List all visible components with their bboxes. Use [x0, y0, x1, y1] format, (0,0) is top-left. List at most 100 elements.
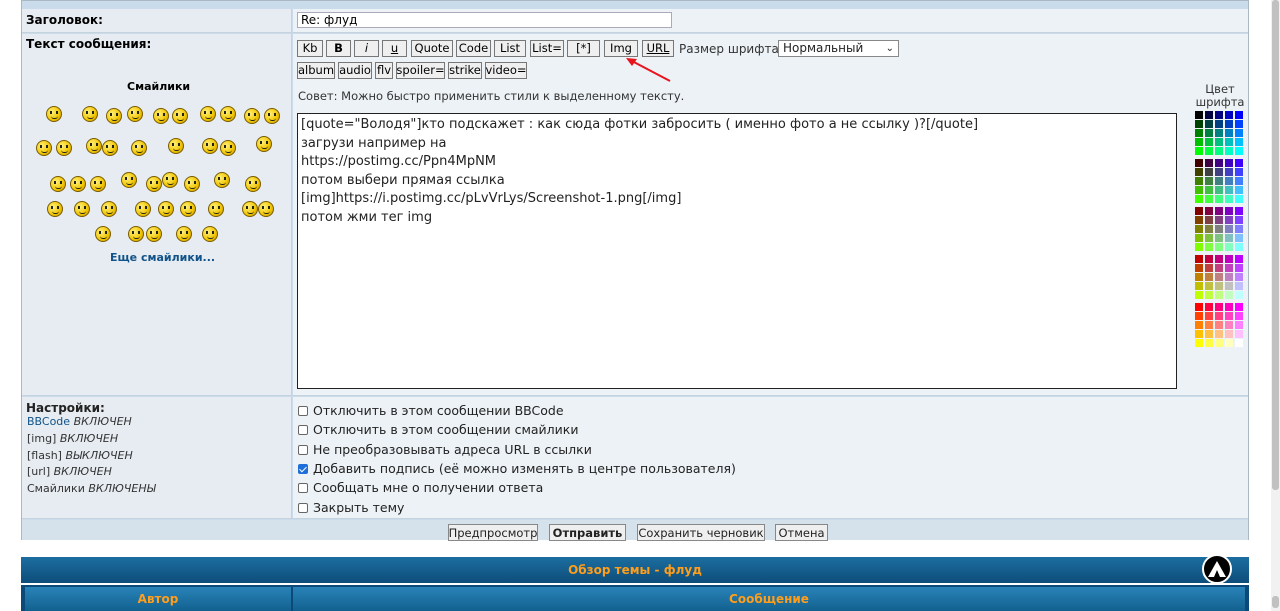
smiley-icon[interactable] — [36, 140, 52, 156]
smiley-icon[interactable] — [128, 226, 144, 242]
smiley-icon[interactable] — [172, 108, 188, 124]
color-swatch[interactable] — [1195, 264, 1203, 272]
smiley-icon[interactable] — [180, 201, 196, 217]
smiley-icon[interactable] — [176, 226, 192, 242]
checkbox[interactable] — [298, 444, 308, 455]
color-swatch[interactable] — [1195, 321, 1203, 329]
color-swatch[interactable] — [1235, 168, 1243, 176]
bbcode-video-button[interactable]: video= — [485, 62, 527, 79]
color-swatch[interactable] — [1205, 177, 1213, 185]
color-swatch[interactable] — [1225, 207, 1233, 215]
color-swatch[interactable] — [1235, 330, 1243, 338]
color-swatch[interactable] — [1235, 138, 1243, 146]
bbcode-audio-button[interactable]: audio — [338, 62, 372, 79]
color-swatch[interactable] — [1205, 282, 1213, 290]
color-swatch[interactable] — [1225, 195, 1233, 203]
smiley-icon[interactable] — [245, 176, 261, 192]
smiley-icon[interactable] — [90, 176, 106, 192]
color-swatch[interactable] — [1235, 111, 1243, 119]
smiley-icon[interactable] — [214, 172, 230, 188]
color-swatch[interactable] — [1225, 129, 1233, 137]
color-swatch[interactable] — [1235, 291, 1243, 299]
color-swatch[interactable] — [1215, 138, 1223, 146]
color-swatch[interactable] — [1195, 234, 1203, 242]
bbcode-quote-button[interactable]: Quote — [411, 40, 453, 57]
color-swatch[interactable] — [1225, 216, 1233, 224]
color-swatch[interactable] — [1235, 264, 1243, 272]
color-swatch[interactable] — [1225, 177, 1233, 185]
more-smilies-link[interactable]: Еще смайлики... — [110, 251, 215, 264]
smiley-icon[interactable] — [244, 108, 260, 124]
color-swatch[interactable] — [1215, 147, 1223, 155]
color-swatch[interactable] — [1235, 282, 1243, 290]
option-disable-smilies[interactable]: Отключить в этом сообщении смайлики — [298, 422, 578, 437]
color-swatch[interactable] — [1225, 138, 1233, 146]
color-swatch[interactable] — [1195, 111, 1203, 119]
color-swatch[interactable] — [1225, 330, 1233, 338]
color-swatch[interactable] — [1225, 255, 1233, 263]
message-textarea[interactable] — [297, 113, 1177, 389]
smiley-icon[interactable] — [101, 201, 117, 217]
color-swatch[interactable] — [1205, 264, 1213, 272]
checkbox-checked[interactable] — [298, 463, 308, 474]
color-swatch[interactable] — [1215, 207, 1223, 215]
color-swatch[interactable] — [1225, 321, 1233, 329]
bbcode-list-numbered-button[interactable]: List= — [530, 40, 564, 57]
color-swatch[interactable] — [1215, 129, 1223, 137]
smiley-icon[interactable] — [153, 108, 169, 124]
color-swatch[interactable] — [1235, 216, 1243, 224]
checkbox[interactable] — [298, 424, 308, 435]
color-swatch[interactable] — [1225, 168, 1233, 176]
scrollbar-thumb-secondary[interactable] — [1272, 596, 1279, 608]
color-swatch[interactable] — [1225, 186, 1233, 194]
color-swatch[interactable] — [1225, 159, 1233, 167]
color-swatch[interactable] — [1225, 225, 1233, 233]
color-swatch[interactable] — [1215, 264, 1223, 272]
bbcode-code-button[interactable]: Code — [456, 40, 491, 57]
color-swatch[interactable] — [1205, 330, 1213, 338]
color-swatch[interactable] — [1195, 303, 1203, 311]
color-swatch[interactable] — [1195, 291, 1203, 299]
color-swatch[interactable] — [1205, 159, 1213, 167]
color-swatch[interactable] — [1195, 159, 1203, 167]
smiley-icon[interactable] — [162, 172, 178, 188]
bbcode-flv-button[interactable]: flv — [375, 62, 393, 79]
smiley-icon[interactable] — [146, 226, 162, 242]
color-swatch[interactable] — [1215, 243, 1223, 251]
color-swatch[interactable] — [1235, 195, 1243, 203]
color-swatch[interactable] — [1225, 120, 1233, 128]
smiley-icon[interactable] — [56, 140, 72, 156]
smiley-icon[interactable] — [102, 140, 118, 156]
color-swatch[interactable] — [1215, 339, 1223, 347]
smiley-icon[interactable] — [106, 108, 122, 124]
smiley-icon[interactable] — [158, 201, 174, 217]
smiley-icon[interactable] — [184, 176, 200, 192]
page-scrollbar[interactable] — [1271, 0, 1280, 611]
color-swatch[interactable] — [1215, 120, 1223, 128]
color-swatch[interactable] — [1215, 195, 1223, 203]
color-swatch[interactable] — [1205, 234, 1213, 242]
color-swatch[interactable] — [1215, 303, 1223, 311]
color-swatch[interactable] — [1215, 111, 1223, 119]
color-swatch[interactable] — [1195, 120, 1203, 128]
color-swatch[interactable] — [1235, 159, 1243, 167]
checkbox[interactable] — [298, 502, 308, 513]
color-swatch[interactable] — [1205, 111, 1213, 119]
color-swatch[interactable] — [1205, 195, 1213, 203]
color-swatch[interactable] — [1205, 216, 1213, 224]
bbcode-list-item-button[interactable]: [*] — [567, 40, 600, 57]
color-swatch[interactable] — [1235, 129, 1243, 137]
back-to-top-button[interactable] — [1202, 554, 1232, 584]
save-draft-button[interactable]: Сохранить черновик — [637, 524, 765, 541]
color-swatch[interactable] — [1215, 186, 1223, 194]
color-swatch[interactable] — [1195, 138, 1203, 146]
color-swatch[interactable] — [1195, 129, 1203, 137]
smiley-icon[interactable] — [220, 140, 236, 156]
color-swatch[interactable] — [1215, 234, 1223, 242]
bbcode-kb-button[interactable]: Kb — [297, 40, 323, 57]
smiley-icon[interactable] — [200, 106, 216, 122]
smiley-icon[interactable] — [256, 136, 272, 152]
color-swatch[interactable] — [1235, 243, 1243, 251]
smiley-icon[interactable] — [74, 201, 90, 217]
color-swatch[interactable] — [1225, 147, 1233, 155]
